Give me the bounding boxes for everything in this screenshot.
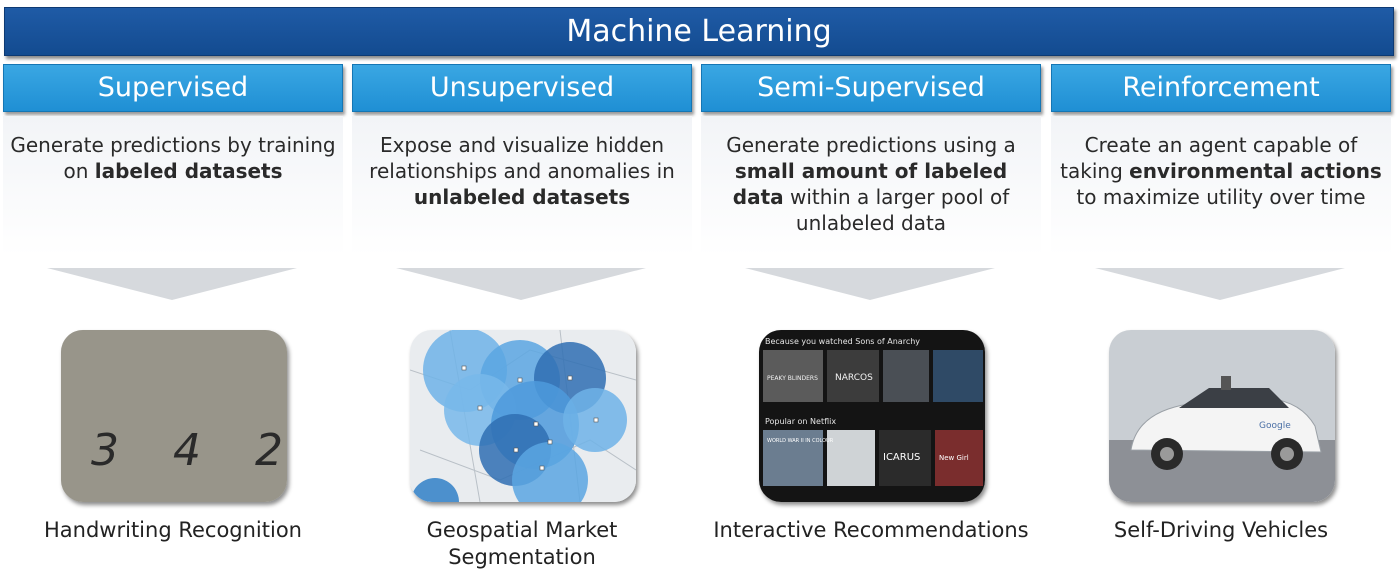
down-arrow-icon: [1095, 268, 1345, 300]
column-header: Supervised: [3, 64, 343, 112]
column-description: Generate predictions using a small amoun…: [707, 132, 1035, 236]
column-description: Expose and visualize hidden relationship…: [358, 132, 686, 210]
self-driving-car-image: Google: [1109, 330, 1335, 502]
google-logo-text: Google: [1259, 421, 1291, 431]
column-semi-supervised: Semi-Supervised Generate predictions usi…: [701, 0, 1041, 584]
title-tile: PEAKY BLINDERS: [767, 375, 818, 382]
title-tile: ICARUS: [883, 452, 920, 463]
handwritten-digits: 3 4 2: [91, 425, 287, 476]
down-arrow-icon: [745, 268, 995, 300]
bold-keyword: labeled datasets: [94, 159, 283, 183]
bold-keyword: unlabeled datasets: [413, 185, 631, 209]
title-tile: New Girl: [939, 454, 969, 462]
down-arrow-icon: [396, 268, 646, 300]
column-caption: Handwriting Recognition: [44, 518, 302, 542]
title-tile: NARCOS: [835, 373, 873, 383]
description-text: to maximize utility over time: [1076, 185, 1366, 209]
column-description: Generate predictions by training on labe…: [9, 132, 337, 184]
column-description: Create an agent capable of taking enviro…: [1057, 132, 1385, 210]
row-label: Because you watched Sons of Anarchy: [765, 337, 920, 346]
description-text: within a larger pool of unlabeled data: [783, 185, 1010, 235]
geospatial-map-image: [410, 330, 636, 502]
column-unsupervised: Unsupervised Expose and visualize hidden…: [352, 0, 692, 584]
description-text: Expose and visualize hidden relationship…: [369, 133, 675, 183]
row-label: Popular on Netflix: [765, 417, 836, 426]
column-supervised: Supervised Generate predictions by train…: [3, 0, 343, 584]
bold-keyword: environmental actions: [1129, 159, 1382, 183]
column-header: Semi-Supervised: [701, 64, 1041, 112]
title-tile: WORLD WAR II IN COLOUR: [767, 438, 834, 444]
recommendations-image: Because you watched Sons of Anarchy PEAK…: [759, 330, 985, 502]
description-text: Generate predictions using a: [726, 133, 1016, 157]
down-arrow-icon: [47, 268, 297, 300]
column-caption: Geospatial Market Segmentation: [426, 518, 618, 569]
column-caption: Interactive Recommendations: [713, 518, 1029, 542]
column-header: Unsupervised: [352, 64, 692, 112]
handwriting-image: 3 4 2: [61, 330, 287, 502]
column-header: Reinforcement: [1051, 64, 1391, 112]
column-reinforcement: Reinforcement Create an agent capable of…: [1051, 0, 1391, 584]
column-caption: Self-Driving Vehicles: [1113, 518, 1329, 542]
